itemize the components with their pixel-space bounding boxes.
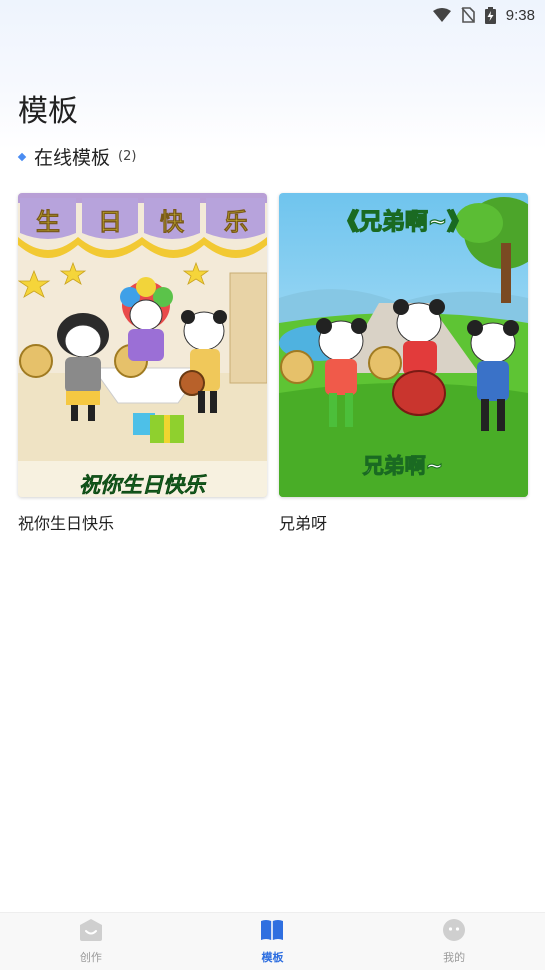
section-title: 在线模板 <box>34 147 111 169</box>
template-card-brothers[interactable]: 《兄弟啊~》 兄弟啊~ 兄弟呀 <box>279 193 528 534</box>
section-header: 在线模板 (2) <box>17 143 137 170</box>
nav-item-templates[interactable]: 模板 <box>212 918 332 965</box>
clock: 9:38 <box>505 6 535 24</box>
thumb-caption-birthday: 祝你生日快乐 <box>79 473 207 497</box>
templates-screen: 9:38 模板 在线模板 (2) 生 日 快 乐 祝你生日快乐 祝你生日快乐 《… <box>0 0 545 970</box>
section-count: (2) <box>118 149 137 164</box>
template-thumbnail-brothers[interactable]: 《兄弟啊~》 兄弟啊~ <box>279 193 528 497</box>
wifi-icon <box>432 8 451 22</box>
nav-label-profile: 我的 <box>443 951 466 964</box>
nav-item-profile[interactable]: 我的 <box>394 918 514 965</box>
template-label-birthday: 祝你生日快乐 <box>18 514 115 533</box>
thumb-caption-brothers: 兄弟啊~ <box>362 454 444 478</box>
section-bullet-icon <box>17 152 27 161</box>
create-icon <box>79 918 103 946</box>
thumb-title-brothers: 《兄弟啊~》 <box>336 208 470 235</box>
nav-label-create: 创作 <box>79 951 102 964</box>
book-icon <box>260 918 284 946</box>
no-sim-icon <box>461 7 475 23</box>
banner-char-1: 生 <box>36 208 60 236</box>
nav-item-create[interactable]: 创作 <box>31 918 151 965</box>
template-grid: 生 日 快 乐 祝你生日快乐 祝你生日快乐 《兄弟啊~》 兄弟啊~ 兄弟呀 <box>18 193 528 534</box>
template-label-brothers: 兄弟呀 <box>279 514 328 533</box>
profile-icon <box>442 918 466 946</box>
page-title: 模板 <box>18 94 78 129</box>
template-thumbnail-birthday[interactable]: 生 日 快 乐 祝你生日快乐 <box>18 193 267 497</box>
battery-charging-icon <box>484 6 496 24</box>
template-card-birthday[interactable]: 生 日 快 乐 祝你生日快乐 祝你生日快乐 <box>18 193 267 534</box>
status-bar: 9:38 <box>0 0 545 30</box>
banner-char-2: 日 <box>98 208 122 236</box>
banner-char-3: 快 <box>160 208 185 236</box>
banner-char-4: 乐 <box>224 208 248 236</box>
nav-label-templates: 模板 <box>261 951 284 964</box>
bottom-nav: 创作 模板 我的 <box>0 912 545 970</box>
